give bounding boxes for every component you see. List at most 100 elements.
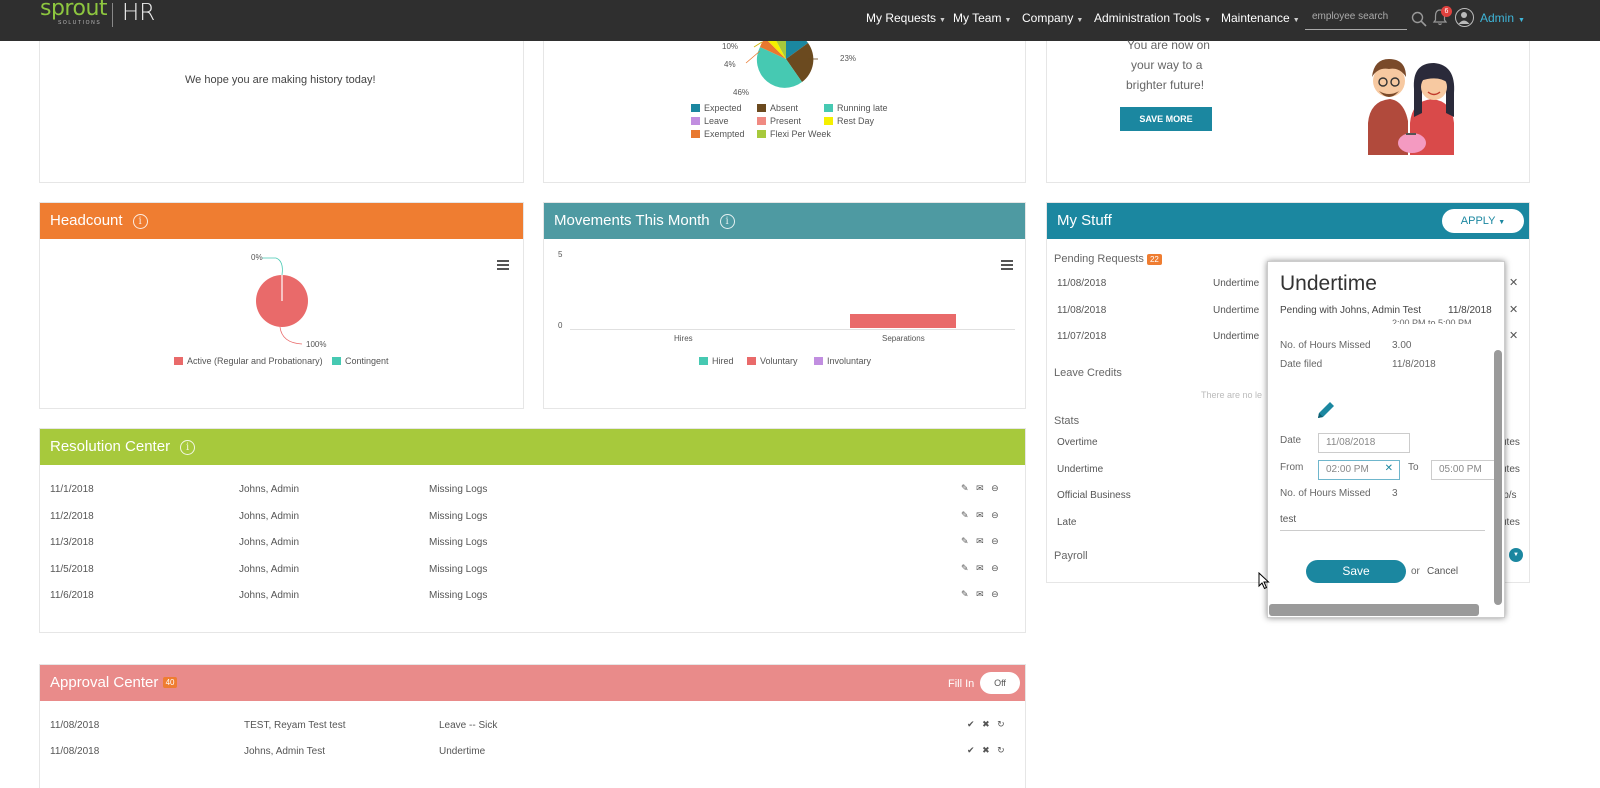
clear-icon[interactable]: ✕ (1385, 463, 1393, 474)
nav-my-requests[interactable]: My Requests ▼ (866, 11, 946, 25)
fill-in-label: Fill In (948, 678, 975, 690)
approve-icon[interactable]: ✔ (967, 745, 975, 755)
reject-icon[interactable]: ✖ (982, 745, 990, 755)
edit-icon[interactable]: ✎ (961, 483, 969, 493)
legend-expected[interactable]: Expected (691, 103, 742, 113)
edit-icon[interactable]: ✎ (961, 536, 969, 546)
legend-hired[interactable]: Hired (699, 356, 734, 366)
bar-separations-voluntary[interactable] (850, 314, 956, 328)
stat-name: Late (1057, 517, 1077, 528)
search-icon[interactable] (1411, 11, 1427, 27)
employee-search-input[interactable]: employee search (1305, 9, 1407, 30)
nav-administration-tools[interactable]: Administration Tools ▼ (1094, 11, 1211, 25)
save-more-button[interactable]: SAVE MORE (1120, 107, 1212, 131)
approve-icon[interactable]: ✔ (967, 719, 975, 729)
envelope-icon[interactable]: ✉ (976, 510, 984, 520)
cancel-link[interactable]: Cancel (1427, 566, 1458, 577)
legend-swatch (691, 104, 700, 112)
x-category: Separations (882, 334, 925, 343)
info-icon[interactable]: i (180, 440, 196, 455)
nav-maintenance[interactable]: Maintenance ▼ (1221, 11, 1300, 25)
envelope-icon[interactable]: ✉ (976, 483, 984, 493)
save-button[interactable]: Save (1306, 560, 1406, 583)
minus-circle-icon[interactable]: ⊖ (991, 563, 999, 573)
from-time-input[interactable]: 02:00 PM ✕ (1318, 460, 1400, 480)
nav-my-team[interactable]: My Team ▼ (953, 11, 1011, 25)
pending-count-badge: 22 (1146, 254, 1162, 265)
minus-circle-icon[interactable]: ⊖ (991, 510, 999, 520)
legend-rest-day[interactable]: Rest Day (824, 116, 874, 126)
apply-button[interactable]: APPLY ▼ (1442, 209, 1524, 233)
remove-icon[interactable]: ✕ (1509, 329, 1518, 342)
reject-icon[interactable]: ✖ (982, 719, 990, 729)
stat-name: Overtime (1057, 437, 1098, 448)
from-time-value: 02:00 PM (1326, 464, 1369, 475)
reason-input[interactable]: test (1280, 509, 1485, 531)
to-time-input[interactable]: 05:00 PM (1431, 460, 1495, 480)
user-icon (1458, 12, 1470, 24)
attendance-panel: 10% 4% 46% 23% Expected Absent Running l… (543, 41, 1026, 183)
legend-leave[interactable]: Leave (691, 116, 729, 126)
resolution-date: 11/2/2018 (50, 511, 94, 522)
pencil-icon[interactable] (1315, 399, 1337, 421)
minus-circle-icon[interactable]: ⊖ (991, 483, 999, 493)
y-tick: 0 (558, 321, 563, 330)
minus-circle-icon[interactable]: ⊖ (991, 589, 999, 599)
nav-label: Maintenance (1221, 11, 1290, 25)
payroll-label: Payroll (1054, 550, 1088, 562)
x-category: Hires (674, 334, 693, 343)
resolution-issue: Missing Logs (429, 564, 488, 575)
date-input[interactable]: 11/08/2018 (1318, 433, 1410, 453)
panel-title: Approval Center (50, 674, 159, 691)
or-text: or (1411, 566, 1420, 577)
top-nav-bar: sprout SOLUTIONS HR My Requests ▼ My Team… (0, 0, 1600, 41)
legend-absent[interactable]: Absent (757, 103, 798, 113)
edit-icon[interactable]: ✎ (961, 563, 969, 573)
legend-label: Involuntary (827, 356, 872, 366)
popup-title: Undertime (1280, 272, 1377, 295)
headcount-panel: Headcount i 0% 100% Active (Regular and P… (39, 202, 524, 409)
envelope-icon[interactable]: ✉ (976, 589, 984, 599)
pending-date: 11/08/2018 (1057, 278, 1107, 289)
legend-swatch (691, 130, 700, 138)
envelope-icon[interactable]: ✉ (976, 563, 984, 573)
info-icon[interactable]: i (719, 214, 735, 229)
legend-swatch (824, 117, 833, 125)
pending-type: Undertime (1213, 331, 1260, 342)
legend-contingent[interactable]: Contingent (332, 356, 389, 366)
legend-exempted[interactable]: Exempted (691, 129, 745, 139)
remove-icon[interactable]: ✕ (1509, 276, 1518, 289)
caret-down-icon: ▼ (1004, 17, 1012, 24)
nav-label: My Team (953, 11, 1002, 25)
legend-running-late[interactable]: Running late (824, 103, 888, 113)
chart-menu-icon[interactable] (1001, 260, 1013, 270)
legend-involuntary[interactable]: Involuntary (814, 356, 871, 366)
refresh-icon[interactable]: ↻ (997, 719, 1005, 729)
nav-company[interactable]: Company ▼ (1022, 11, 1083, 25)
envelope-icon[interactable]: ✉ (976, 536, 984, 546)
info-icon[interactable]: i (132, 214, 148, 229)
payroll-expand-icon[interactable]: ▼ (1509, 548, 1523, 562)
minus-circle-icon[interactable]: ⊖ (991, 536, 999, 546)
pending-date: 11/07/2018 (1057, 331, 1107, 342)
fill-in-toggle[interactable]: Off (980, 672, 1020, 694)
user-avatar[interactable] (1455, 8, 1474, 27)
sprout-logo[interactable]: sprout SOLUTIONS (40, 0, 130, 34)
hours-missed-label: No. of Hours Missed (1280, 340, 1371, 351)
legend-present[interactable]: Present (757, 116, 801, 126)
legend-active[interactable]: Active (Regular and Probationary) (174, 356, 323, 366)
remove-icon[interactable]: ✕ (1509, 303, 1518, 316)
user-menu[interactable]: Admin ▼ (1480, 11, 1525, 25)
horizontal-scrollbar[interactable] (1269, 604, 1479, 616)
approval-type: Leave -- Sick (439, 720, 498, 731)
edit-icon[interactable]: ✎ (961, 589, 969, 599)
clipped-time-range: 2:00 PM to 5:00 PM (1392, 318, 1472, 324)
pie-leader-line (279, 326, 303, 345)
vertical-scrollbar[interactable] (1494, 350, 1502, 605)
legend-voluntary[interactable]: Voluntary (747, 356, 798, 366)
chart-menu-icon[interactable] (497, 260, 509, 270)
legend-flexi-per-week[interactable]: Flexi Per Week (757, 129, 831, 139)
edit-icon[interactable]: ✎ (961, 510, 969, 520)
resolution-header: Resolution Center i (40, 429, 1025, 465)
refresh-icon[interactable]: ↻ (997, 745, 1005, 755)
